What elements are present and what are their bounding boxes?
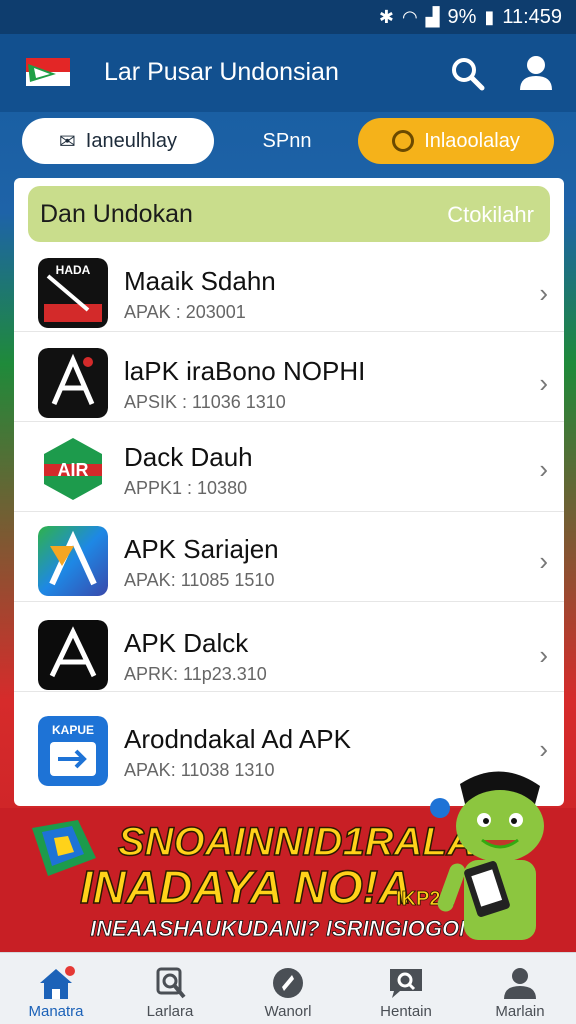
app-version: APAK : 203001 [124, 302, 246, 322]
app-icon-6: KAPUE [38, 716, 108, 786]
app-name: Dack Dauh [124, 442, 253, 472]
app-name: laPK iraBono NOPHI [124, 356, 366, 386]
list-item[interactable]: laPK iraBono NOPHI APSIK : 11036 1310 › [14, 332, 564, 422]
app-name: APK Dalck [124, 628, 249, 658]
chevron-right-icon: › [539, 368, 548, 398]
nav-search-label: Larlara [146, 1003, 194, 1020]
wifi-icon: ◠ [401, 6, 418, 27]
list-item[interactable]: HADA Maaik Sdahn APAK : 203001 › [14, 242, 564, 332]
app-title: Lar Pusar Undonsian [104, 58, 339, 86]
list-item[interactable]: APK Sariajen APAK: 11085 1510 › [14, 512, 564, 602]
list-item[interactable]: AIR Dack Dauh APPK1 : 10380 › [14, 422, 564, 512]
inbox-icon: ✉ [59, 130, 76, 153]
nav-chat[interactable]: Hentain [356, 959, 456, 1023]
nav-profile[interactable]: Marlain [470, 959, 570, 1023]
promo-tagline: INEAASHAUKUDANI? ISRINGIOGON [90, 916, 476, 942]
nav-explore-label: Wanorl [264, 1003, 312, 1020]
app-version: APSIK : 11036 1310 [124, 392, 286, 412]
app-icon-6-text: KAPUE [52, 723, 94, 737]
app-icon-1-text: HADA [56, 263, 91, 277]
app-bar: Lar Pusar Undonsian [0, 34, 576, 112]
app-icon-3-text: AIR [58, 460, 89, 480]
app-icon-5 [38, 620, 108, 690]
signal-icon: ▟ [425, 6, 440, 27]
nav-search[interactable]: Larlara [120, 959, 220, 1023]
compass-icon [273, 968, 303, 998]
app-version: APAK: 11085 1510 [124, 570, 275, 590]
tab-2[interactable]: SPnn [232, 118, 342, 164]
tab-3[interactable]: Inlaoolalay [358, 118, 554, 164]
search-icon[interactable] [448, 54, 488, 94]
chevron-right-icon: › [539, 546, 548, 576]
list-item[interactable]: APK Dalck APRK: 11p23.310 › [14, 602, 564, 692]
tab-1-label: Ianeulhlay [85, 129, 177, 152]
chevron-right-icon: › [539, 734, 548, 764]
app-icon-2 [38, 348, 108, 418]
app-version: APAK: 11038 1310 [124, 760, 275, 780]
coin-icon [392, 130, 415, 152]
battery-percent: 9% [447, 5, 477, 28]
nav-home-label: Manatra [28, 1003, 84, 1020]
tab-2-label: SPnn [262, 129, 312, 152]
app-icon-4 [38, 526, 108, 596]
promo-subheadline: INADAYA NO!A [79, 860, 412, 914]
app-name: Maaik Sdahn [124, 266, 276, 296]
nav-chat-label: Hentain [380, 1003, 432, 1020]
app-icon-1: HADA [38, 258, 108, 328]
status-bar: ✱ ◠ ▟ 9% ▮ 11:459 [0, 0, 576, 34]
nav-home[interactable]: Manatra [6, 959, 106, 1023]
list-header: Dan Undokan Ctokilahr [28, 186, 550, 242]
android-mascot-icon [430, 771, 544, 940]
user-icon [504, 968, 536, 999]
app-version: APRK: 11p23.310 [124, 664, 267, 684]
chevron-right-icon: › [539, 454, 548, 484]
chevron-right-icon: › [539, 278, 548, 308]
chat-search-icon [390, 969, 422, 998]
bottom-nav: Manatra Larlara Wanorl Hentain Marlain [0, 952, 576, 1024]
tab-1[interactable]: ✉ Ianeulhlay [22, 118, 214, 164]
list-title: Dan Undokan [40, 200, 193, 228]
tab-3-label: Inlaoolalay [424, 129, 520, 152]
profile-icon[interactable] [516, 52, 556, 92]
list-header-action[interactable]: Ctokilahr [447, 202, 534, 228]
clock: 11:459 [502, 5, 562, 28]
nav-explore[interactable]: Wanorl [238, 959, 338, 1023]
chevron-right-icon: › [539, 640, 548, 670]
bluetooth-icon: ✱ [378, 6, 394, 27]
app-list-card: Dan Undokan Ctokilahr HADA Maaik Sdahn A… [14, 178, 564, 806]
app-icon-3: AIR [38, 434, 108, 504]
home-icon [40, 966, 75, 999]
flag-logo-icon [26, 58, 70, 86]
app-name: Arodndakal Ad APK [124, 724, 351, 754]
app-version: APPK1 : 10380 [124, 478, 248, 498]
app-name: APK Sariajen [124, 534, 279, 564]
nav-profile-label: Marlain [495, 1003, 545, 1020]
promo-headline: SNOAINNID1RALA [117, 819, 476, 865]
battery-icon: ▮ [484, 6, 495, 27]
magnifier-icon [156, 967, 186, 999]
